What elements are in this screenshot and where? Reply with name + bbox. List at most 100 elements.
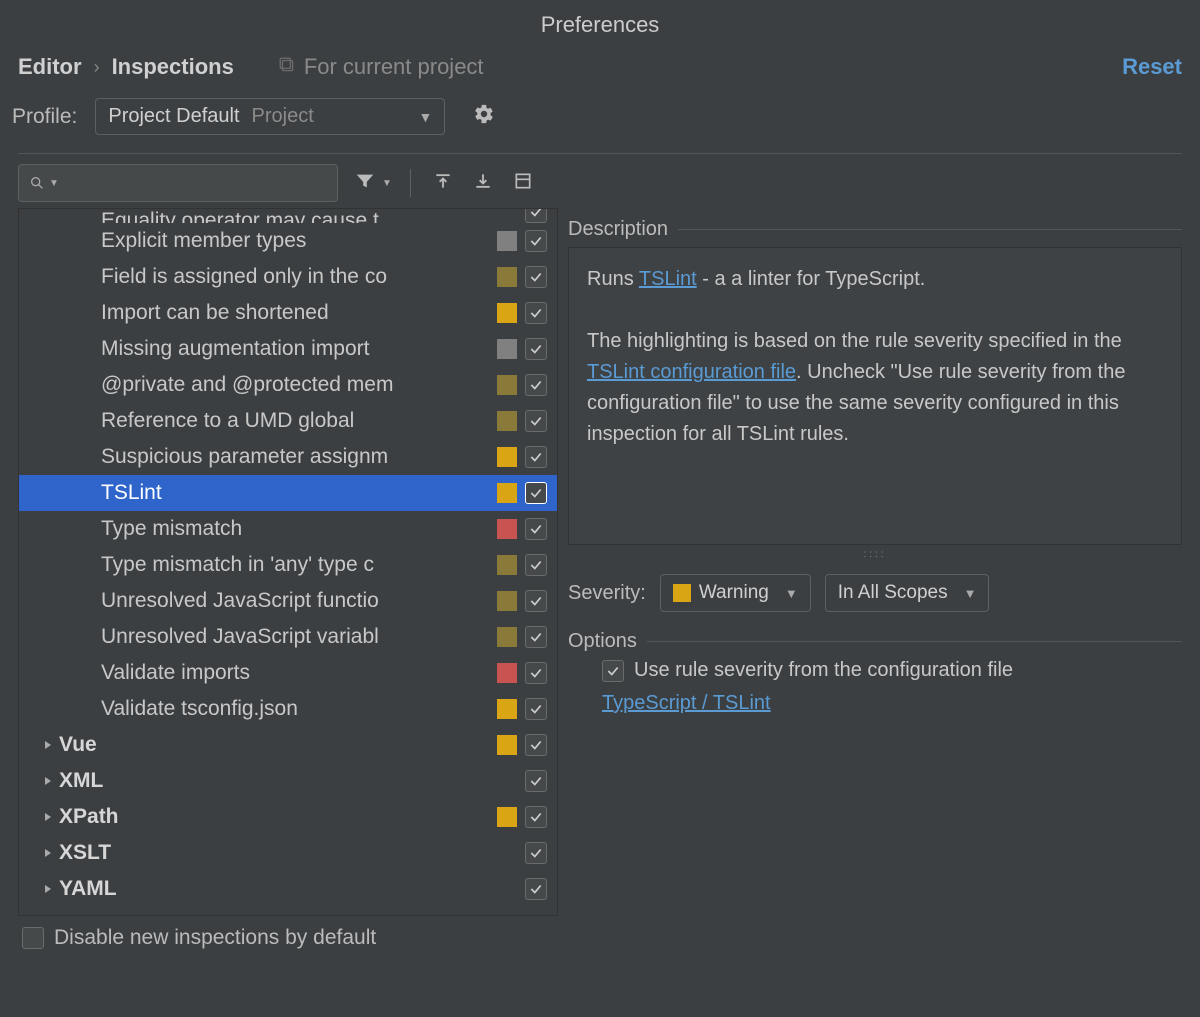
tree-row-label: YAML — [59, 877, 489, 901]
disable-new-inspections-checkbox[interactable]: Disable new inspections by default — [0, 916, 1200, 950]
separator — [18, 153, 1182, 154]
severity-swatch-icon — [497, 339, 517, 359]
checkbox-icon[interactable] — [525, 590, 547, 612]
filter-icon[interactable] — [350, 166, 380, 201]
tree-toolbar: ▼ ▼ — [0, 160, 1200, 208]
severity-swatch-icon — [497, 663, 517, 683]
inspection-tree[interactable]: Equality operator may cause tExplicit me… — [18, 208, 558, 916]
checkbox-icon[interactable] — [525, 338, 547, 360]
tree-row-label: Reference to a UMD global — [101, 409, 489, 433]
tree-row[interactable]: Validate tsconfig.json — [19, 691, 557, 727]
checkbox-icon[interactable] — [525, 734, 547, 756]
severity-combo[interactable]: Warning ▼ — [660, 574, 811, 612]
tree-row[interactable]: XML — [19, 763, 557, 799]
severity-swatch-icon — [497, 699, 517, 719]
expander-icon[interactable] — [37, 740, 59, 750]
tree-row[interactable]: Explicit member types — [19, 223, 557, 259]
severity-swatch-icon — [497, 771, 517, 791]
search-input[interactable]: ▼ — [18, 164, 338, 202]
chevron-down-icon: ▼ — [49, 178, 59, 189]
tree-row[interactable]: Import can be shortened — [19, 295, 557, 331]
typescript-tslint-link[interactable]: TypeScript / TSLint — [602, 692, 1182, 715]
checkbox-icon[interactable] — [525, 554, 547, 576]
expander-icon[interactable] — [37, 848, 59, 858]
chevron-down-icon: ▼ — [964, 586, 977, 601]
checkbox-icon[interactable] — [525, 410, 547, 432]
tree-row[interactable]: Type mismatch — [19, 511, 557, 547]
checkbox-icon[interactable] — [525, 266, 547, 288]
tslint-link[interactable]: TSLint — [639, 268, 697, 290]
toggle-details-icon[interactable] — [509, 167, 537, 200]
reset-link[interactable]: Reset — [1122, 54, 1182, 80]
header-bar: Editor › Inspections For current project… — [0, 48, 1200, 90]
tree-row[interactable]: XPath — [19, 799, 557, 835]
profile-combo[interactable]: Project Default Project ▼ — [95, 98, 445, 135]
severity-swatch-icon — [497, 519, 517, 539]
description-header: Description — [568, 218, 1182, 241]
tree-row-label: Validate tsconfig.json — [101, 697, 489, 721]
checkbox-icon[interactable] — [525, 842, 547, 864]
tree-row[interactable]: YAML — [19, 871, 557, 907]
checkbox-icon[interactable] — [525, 770, 547, 792]
tree-row[interactable]: XSLT — [19, 835, 557, 871]
severity-swatch-icon — [497, 807, 517, 827]
tree-row[interactable]: Unresolved JavaScript variabl — [19, 619, 557, 655]
use-rule-severity-checkbox[interactable]: Use rule severity from the configuration… — [602, 659, 1182, 682]
tree-row[interactable]: TSLint — [19, 475, 557, 511]
tree-row-label: Unresolved JavaScript variabl — [101, 625, 489, 649]
expander-icon[interactable] — [37, 884, 59, 894]
checkbox-icon[interactable] — [525, 662, 547, 684]
chevron-down-icon: ▼ — [785, 586, 798, 601]
severity-swatch-icon — [497, 375, 517, 395]
gear-icon[interactable] — [473, 103, 495, 130]
checkbox-icon[interactable] — [525, 374, 547, 396]
tree-row-label: Vue — [59, 733, 489, 757]
tree-row-label: Validate imports — [101, 661, 489, 685]
severity-swatch-icon — [497, 267, 517, 287]
severity-swatch-icon — [497, 735, 517, 755]
tree-row-label: Field is assigned only in the co — [101, 265, 489, 289]
expand-all-icon[interactable] — [429, 167, 457, 200]
severity-swatch-icon — [497, 411, 517, 431]
tree-row-label: Missing augmentation import — [101, 337, 489, 361]
tslint-config-link[interactable]: TSLint configuration file — [587, 361, 796, 383]
collapse-all-icon[interactable] — [469, 167, 497, 200]
tree-row-label: Explicit member types — [101, 229, 489, 253]
tree-row-label: @private and @protected mem — [101, 373, 489, 397]
expander-icon[interactable] — [37, 776, 59, 786]
expander-icon[interactable] — [37, 812, 59, 822]
tree-row[interactable]: Vue — [19, 727, 557, 763]
checkbox-icon[interactable] — [525, 302, 547, 324]
warning-swatch-icon — [673, 584, 691, 602]
checkbox-icon[interactable] — [525, 482, 547, 504]
resize-handle[interactable]: :::: — [568, 549, 1182, 560]
chevron-right-icon: › — [94, 57, 100, 78]
tree-row[interactable]: Field is assigned only in the co — [19, 259, 557, 295]
checkbox-icon[interactable] — [525, 518, 547, 540]
breadcrumb-editor[interactable]: Editor — [18, 54, 82, 80]
checkbox-icon[interactable] — [525, 806, 547, 828]
checkbox-icon[interactable] — [525, 878, 547, 900]
severity-swatch-icon — [497, 447, 517, 467]
tree-row[interactable]: Type mismatch in 'any' type c — [19, 547, 557, 583]
checkbox-icon — [602, 660, 624, 682]
checkbox-icon[interactable] — [525, 698, 547, 720]
checkbox-icon[interactable] — [525, 626, 547, 648]
profile-value: Project Default — [108, 105, 239, 128]
profile-scope: Project — [252, 105, 314, 128]
description-text: Runs TSLint - a a linter for TypeScript.… — [568, 247, 1182, 545]
checkbox-icon[interactable] — [525, 446, 547, 468]
checkbox-icon[interactable] — [525, 230, 547, 252]
severity-row: Severity: Warning ▼ In All Scopes ▼ — [568, 574, 1182, 612]
tree-row[interactable]: @private and @protected mem — [19, 367, 557, 403]
scope-combo[interactable]: In All Scopes ▼ — [825, 574, 990, 612]
search-field[interactable] — [67, 173, 327, 194]
tree-row[interactable]: Unresolved JavaScript functio — [19, 583, 557, 619]
scope-hint: For current project — [278, 54, 484, 80]
tree-row[interactable]: Missing augmentation import — [19, 331, 557, 367]
tree-row[interactable]: Validate imports — [19, 655, 557, 691]
tree-row[interactable]: Suspicious parameter assignm — [19, 439, 557, 475]
copy-icon — [278, 54, 296, 80]
tree-row[interactable]: Reference to a UMD global — [19, 403, 557, 439]
tree-row-label: Suspicious parameter assignm — [101, 445, 489, 469]
